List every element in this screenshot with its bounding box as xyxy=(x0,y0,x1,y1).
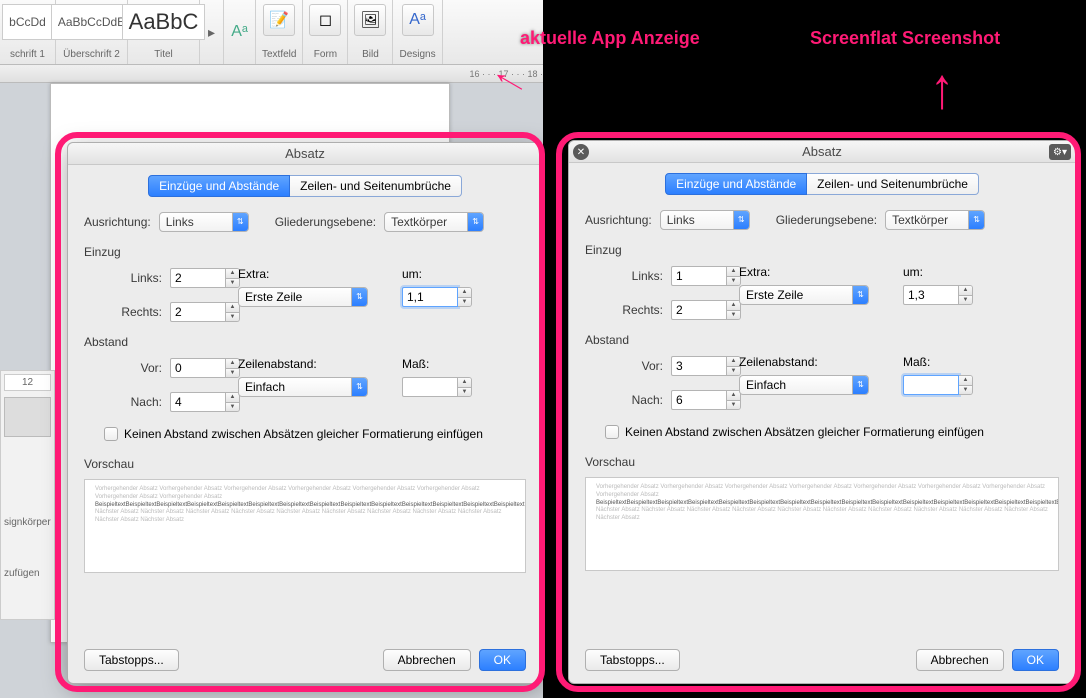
cancel-button[interactable]: Abbrechen xyxy=(916,649,1004,671)
style-thumb[interactable] xyxy=(4,397,51,437)
absatz-dialog-right: ✕ Absatz ⚙▾ Einzüge und Abstände Zeilen-… xyxy=(568,140,1076,684)
ruler[interactable]: 16 · · · 17 · · · 18 · xyxy=(0,65,543,83)
ok-button[interactable]: OK xyxy=(479,649,526,671)
um-input[interactable] xyxy=(402,287,458,307)
no-spacing-checkbox[interactable] xyxy=(104,427,118,441)
close-icon[interactable]: ✕ xyxy=(573,144,589,160)
bild-icon[interactable]: 🖼 xyxy=(354,4,386,36)
styles-pane-icon[interactable]: Aᵃ xyxy=(231,23,248,41)
rechts-input[interactable] xyxy=(671,300,727,320)
titlebar[interactable]: Absatz xyxy=(68,143,542,165)
side-design-label: signkörper 1 xyxy=(4,517,51,528)
no-spacing-label: Keinen Abstand zwischen Absätzen gleiche… xyxy=(625,425,984,439)
chevron-updown-icon: ⇅ xyxy=(467,213,483,231)
chevron-updown-icon: ⇅ xyxy=(351,288,367,306)
um-input[interactable] xyxy=(903,285,959,305)
einzug-section: Einzug xyxy=(84,245,526,259)
side-add-label: zufügen xyxy=(4,568,51,579)
style-title[interactable]: AaBbC xyxy=(122,4,206,40)
gear-icon[interactable]: ⚙▾ xyxy=(1049,144,1071,160)
chevron-updown-icon: ⇅ xyxy=(733,211,749,229)
vorschau-label: Vorschau xyxy=(84,457,526,471)
zeilenabstand-label: Zeilenabstand: xyxy=(238,357,388,371)
preview-box: Vorhergehender Absatz Vorhergehender Abs… xyxy=(84,479,526,573)
tabstops-button[interactable]: Tabstopps... xyxy=(84,649,179,671)
gliederung-label: Gliederungsebene: xyxy=(275,215,376,229)
um-label: um: xyxy=(903,265,1059,279)
annotation-right: Screenflat Screenshot xyxy=(810,28,1000,49)
gliederung-select[interactable]: Textkörper⇅ xyxy=(384,212,484,232)
style-gallery-more-icon[interactable]: ▸ xyxy=(208,24,215,41)
um-label: um: xyxy=(402,267,526,281)
designs-icon[interactable]: Aᵃ xyxy=(402,4,434,36)
annotation-left: aktuelle App Anzeige xyxy=(520,28,700,49)
titlebar[interactable]: ✕ Absatz ⚙▾ xyxy=(569,141,1075,163)
stepper[interactable]: ▲▼ xyxy=(458,287,472,307)
ausrichtung-label: Ausrichtung: xyxy=(585,213,652,227)
mass-label: Maß: xyxy=(402,357,526,371)
segmented-tabs: Einzüge und Abstände Zeilen- und Seitenu… xyxy=(84,175,526,197)
chevron-updown-icon: ⇅ xyxy=(852,286,868,304)
stepper[interactable]: ▲▼ xyxy=(959,375,973,395)
gliederung-label: Gliederungsebene: xyxy=(776,213,877,227)
extra-label: Extra: xyxy=(238,267,388,281)
zeilenabstand-label: Zeilenabstand: xyxy=(739,355,889,369)
style-heading2-label: Überschrift 2 xyxy=(63,49,120,60)
cancel-button[interactable]: Abbrechen xyxy=(383,649,471,671)
stepper[interactable]: ▲▼ xyxy=(458,377,472,397)
links-input[interactable] xyxy=(170,268,226,288)
no-spacing-checkbox[interactable] xyxy=(605,425,619,439)
nach-input[interactable] xyxy=(170,392,226,412)
tabstops-button[interactable]: Tabstopps... xyxy=(585,649,680,671)
vor-input[interactable] xyxy=(671,356,727,376)
extra-select[interactable]: Erste Zeile⇅ xyxy=(238,287,368,307)
stepper[interactable]: ▲▼ xyxy=(959,285,973,305)
abstand-section: Abstand xyxy=(585,333,1059,347)
font-size-field[interactable]: 12 xyxy=(4,374,51,391)
form-icon[interactable]: ◻ xyxy=(309,4,341,36)
rechts-input[interactable] xyxy=(170,302,226,322)
dialog-title: Absatz xyxy=(285,146,325,161)
mass-input[interactable] xyxy=(903,375,959,395)
mass-input[interactable] xyxy=(402,377,458,397)
ausrichtung-label: Ausrichtung: xyxy=(84,215,151,229)
style-title-label: Titel xyxy=(154,49,173,60)
absatz-dialog-left: Absatz Einzüge und Abstände Zeilen- und … xyxy=(67,142,543,684)
segmented-tabs: Einzüge und Abstände Zeilen- und Seitenu… xyxy=(585,173,1059,195)
side-panel: 12 signkörper 1 zufügen xyxy=(0,370,55,620)
vorschau-label: Vorschau xyxy=(585,455,1059,469)
zeilenabstand-select[interactable]: Einfach⇅ xyxy=(739,375,869,395)
tab-zeilen[interactable]: Zeilen- und Seitenumbrüche xyxy=(290,175,462,197)
mass-label: Maß: xyxy=(903,355,1059,369)
nach-input[interactable] xyxy=(671,390,727,410)
extra-select[interactable]: Erste Zeile⇅ xyxy=(739,285,869,305)
textfeld-icon[interactable]: 📝 xyxy=(263,4,295,36)
links-input[interactable] xyxy=(671,266,727,286)
abstand-section: Abstand xyxy=(84,335,526,349)
style-heading2[interactable]: AaBbCcDdE xyxy=(51,4,132,40)
chevron-updown-icon: ⇅ xyxy=(968,211,984,229)
chevron-updown-icon: ⇅ xyxy=(232,213,248,231)
chevron-updown-icon: ⇅ xyxy=(351,378,367,396)
einzug-section: Einzug xyxy=(585,243,1059,257)
vor-input[interactable] xyxy=(170,358,226,378)
ok-button[interactable]: OK xyxy=(1012,649,1059,671)
style-heading1[interactable]: bCcDd xyxy=(2,4,53,40)
gliederung-select[interactable]: Textkörper⇅ xyxy=(885,210,985,230)
arrow-right-icon: ↓ xyxy=(930,63,954,129)
zeilenabstand-select[interactable]: Einfach⇅ xyxy=(238,377,368,397)
no-spacing-label: Keinen Abstand zwischen Absätzen gleiche… xyxy=(124,427,483,441)
tab-einzuege[interactable]: Einzüge und Abstände xyxy=(665,173,807,195)
extra-label: Extra: xyxy=(739,265,889,279)
dialog-title: Absatz xyxy=(802,144,842,159)
chevron-updown-icon: ⇅ xyxy=(852,376,868,394)
tab-einzuege[interactable]: Einzüge und Abstände xyxy=(148,175,290,197)
ribbon: bCcDd schrift 1 AaBbCcDdE Überschrift 2 … xyxy=(0,0,543,65)
ausrichtung-select[interactable]: Links⇅ xyxy=(660,210,750,230)
preview-box: Vorhergehender Absatz Vorhergehender Abs… xyxy=(585,477,1059,571)
tab-zeilen[interactable]: Zeilen- und Seitenumbrüche xyxy=(807,173,979,195)
ausrichtung-select[interactable]: Links⇅ xyxy=(159,212,249,232)
style-heading1-label: schrift 1 xyxy=(10,49,45,60)
